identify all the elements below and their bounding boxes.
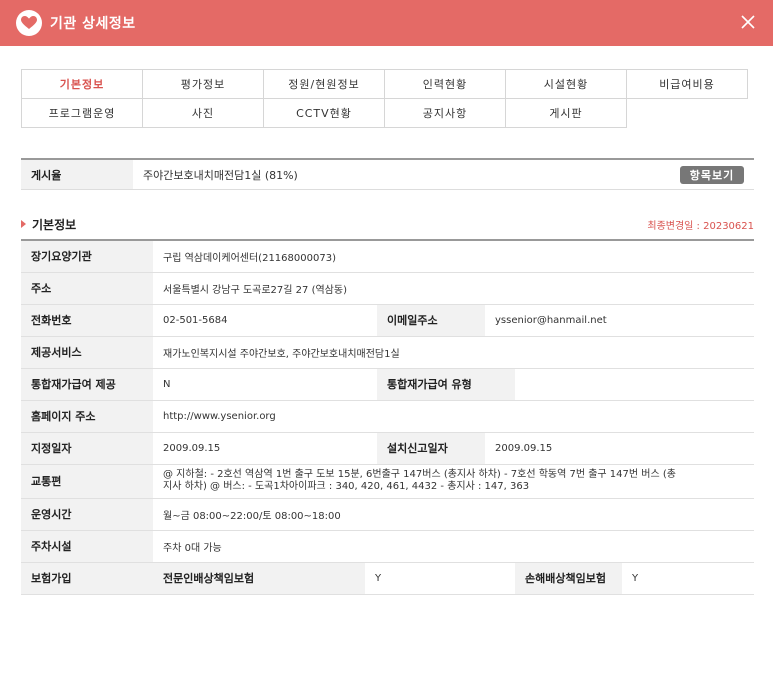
arrow-right-icon bbox=[21, 220, 26, 228]
tab-basic-info[interactable]: 기본정보 bbox=[21, 69, 143, 99]
integrated-care-value: N bbox=[153, 368, 377, 401]
transport-line-1: @ 지하철: - 2호선 역삼역 1번 출구 도보 15분, 6번출구 147버… bbox=[163, 469, 676, 480]
address-value: 서울특별시 강남구 도곡로27길 27 (역삼동) bbox=[153, 272, 755, 305]
install-date-value: 2009.09.15 bbox=[485, 432, 755, 465]
professional-insurance-value: Y bbox=[365, 562, 515, 595]
transport-label: 교통편 bbox=[21, 464, 153, 499]
tab-notices[interactable]: 공지사항 bbox=[384, 98, 506, 128]
professional-insurance-label: 전문인배상책임보험 bbox=[153, 562, 365, 595]
email-label: 이메일주소 bbox=[377, 304, 485, 337]
phone-value: 02-501-5684 bbox=[153, 304, 377, 337]
address-label: 주소 bbox=[21, 272, 153, 305]
heart-logo-icon bbox=[16, 10, 42, 36]
tab-capacity[interactable]: 정원/현원정보 bbox=[263, 69, 385, 99]
designated-date-value: 2009.09.15 bbox=[153, 432, 377, 465]
tab-bar: 기본정보 평가정보 정원/현원정보 인력현황 시설현황 비급여비용 프로그램운영… bbox=[21, 69, 754, 129]
integrated-care-type-label: 통합재가급여 유형 bbox=[377, 368, 515, 401]
table-row: 교통편 @ 지하철: - 2호선 역삼역 1번 출구 도보 15분, 6번출구 … bbox=[21, 464, 755, 499]
table-row: 장기요양기관 구립 역삼데이케어센터(21168000073) bbox=[21, 240, 755, 273]
window-title: 기관 상세정보 bbox=[50, 16, 136, 32]
email-value: yssenior@hanmail.net bbox=[485, 304, 755, 337]
table-row: 지정일자 2009.09.15 설치신고일자 2009.09.15 bbox=[21, 432, 755, 465]
homepage-label: 홈페이지 주소 bbox=[21, 400, 153, 433]
damage-insurance-value: Y bbox=[622, 562, 755, 595]
hours-label: 운영시간 bbox=[21, 498, 153, 531]
section-title-text: 기본정보 bbox=[32, 217, 77, 232]
transport-line-2: 지사 하차) @ 버스: - 도곡1차아이파크 : 340, 420, 461,… bbox=[163, 481, 530, 492]
tab-photos[interactable]: 사진 bbox=[142, 98, 264, 128]
insurance-label: 보험가입 bbox=[21, 562, 153, 595]
hours-value: 월~금 08:00~22:00/토 08:00~18:00 bbox=[153, 498, 755, 531]
table-row: 보험가입 전문인배상책임보험 Y 손해배상책임보험 Y bbox=[21, 562, 755, 595]
tab-staff[interactable]: 인력현황 bbox=[384, 69, 506, 99]
posting-rate-label: 게시율 bbox=[21, 160, 133, 189]
last-modified-date: 최종변경일 : 20230621 bbox=[647, 220, 754, 232]
table-row: 주소 서울특별시 강남구 도곡로27길 27 (역삼동) bbox=[21, 272, 755, 305]
tab-board[interactable]: 게시판 bbox=[505, 98, 627, 128]
integrated-care-type-value bbox=[515, 368, 755, 401]
tab-non-covered-cost[interactable]: 비급여비용 bbox=[626, 69, 748, 99]
designated-date-label: 지정일자 bbox=[21, 432, 153, 465]
damage-insurance-label: 손해배상책임보험 bbox=[515, 562, 622, 595]
window-titlebar: 기관 상세정보 bbox=[0, 0, 773, 46]
table-row: 홈페이지 주소 http://www.ysenior.org bbox=[21, 400, 755, 433]
org-value: 구립 역삼데이케어센터(21168000073) bbox=[153, 240, 755, 273]
parking-value: 주차 0대 가능 bbox=[153, 530, 755, 563]
phone-label: 전화번호 bbox=[21, 304, 153, 337]
org-label: 장기요양기관 bbox=[21, 240, 153, 273]
service-label: 제공서비스 bbox=[21, 336, 153, 369]
service-value: 재가노인복지시설 주야간보호, 주야간보호내치매전담1실 bbox=[153, 336, 755, 369]
parking-label: 주차시설 bbox=[21, 530, 153, 563]
tab-evaluation[interactable]: 평가정보 bbox=[142, 69, 264, 99]
table-row: 통합재가급여 제공 N 통합재가급여 유형 bbox=[21, 368, 755, 401]
close-icon[interactable] bbox=[737, 11, 759, 33]
section-header: 기본정보 최종변경일 : 20230621 bbox=[21, 214, 754, 234]
table-row: 주차시설 주차 0대 가능 bbox=[21, 530, 755, 563]
basic-info-table: 장기요양기관 구립 역삼데이케어센터(21168000073) 주소 서울특별시… bbox=[21, 239, 755, 595]
tab-facilities[interactable]: 시설현황 bbox=[505, 69, 627, 99]
tab-programs[interactable]: 프로그램운영 bbox=[21, 98, 143, 128]
table-row: 제공서비스 재가노인복지시설 주야간보호, 주야간보호내치매전담1실 bbox=[21, 336, 755, 369]
install-date-label: 설치신고일자 bbox=[377, 432, 485, 465]
posting-rate-row: 게시율 주야간보호내치매전담1실 (81%) 항목보기 bbox=[21, 158, 754, 190]
transport-value: @ 지하철: - 2호선 역삼역 1번 출구 도보 15분, 6번출구 147버… bbox=[153, 464, 755, 499]
section-title: 기본정보 bbox=[21, 216, 76, 233]
tab-cctv[interactable]: CCTV현황 bbox=[263, 98, 385, 128]
view-items-button[interactable]: 항목보기 bbox=[680, 165, 744, 184]
tab-row-2: 프로그램운영 사진 CCTV현황 공지사항 게시판 bbox=[21, 98, 754, 129]
table-row: 운영시간 월~금 08:00~22:00/토 08:00~18:00 bbox=[21, 498, 755, 531]
tab-row-1: 기본정보 평가정보 정원/현원정보 인력현황 시설현황 비급여비용 bbox=[21, 69, 754, 99]
homepage-link[interactable]: http://www.ysenior.org bbox=[153, 400, 755, 433]
posting-rate-value: 주야간보호내치매전담1실 (81%) bbox=[143, 168, 298, 182]
table-row: 전화번호 02-501-5684 이메일주소 yssenior@hanmail.… bbox=[21, 304, 755, 337]
integrated-care-label: 통합재가급여 제공 bbox=[21, 368, 153, 401]
